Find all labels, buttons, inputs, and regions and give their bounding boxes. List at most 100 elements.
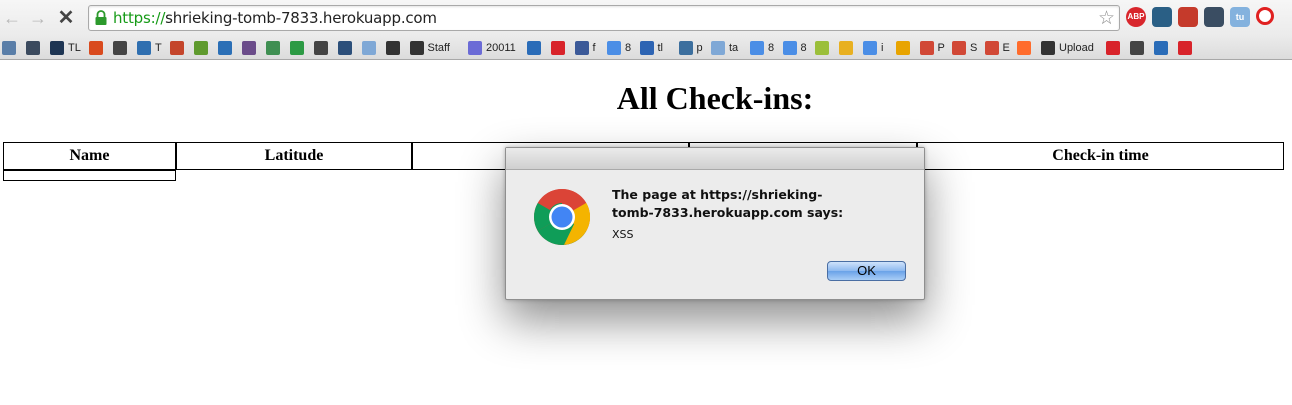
bookmark-icon <box>895 41 910 55</box>
bookmark-item[interactable] <box>113 40 131 56</box>
bookmark-item[interactable] <box>337 40 356 56</box>
extension-icon[interactable] <box>1152 7 1172 27</box>
bookmark-item[interactable]: T <box>137 40 162 56</box>
bookmark-label: P <box>937 42 945 54</box>
bookmark-icon <box>26 41 40 55</box>
bookmark-item[interactable] <box>1178 40 1196 56</box>
cpanel-icon <box>1017 41 1031 55</box>
bookmark-item[interactable] <box>2 40 20 56</box>
bookmark-label: i <box>881 42 884 54</box>
folder-icon <box>711 41 725 55</box>
bookmark-label: p <box>696 42 703 54</box>
bookmark-item[interactable]: Staff <box>409 40 450 56</box>
bookmark-item[interactable] <box>1017 40 1035 56</box>
extension-icons: ABP tu <box>1126 7 1274 29</box>
bookmark-item[interactable] <box>361 40 380 56</box>
bookmark-icon <box>217 41 232 55</box>
gmail-icon <box>919 41 934 55</box>
bookmark-item[interactable] <box>895 40 914 56</box>
adblock-plus-icon[interactable]: ABP <box>1126 7 1146 27</box>
extension-icon[interactable]: tu <box>1230 7 1250 27</box>
bookmark-icon <box>241 41 256 55</box>
bookmark-item[interactable]: 8 <box>750 40 774 56</box>
gmail-icon <box>984 41 999 55</box>
bookmark-item[interactable] <box>313 40 332 56</box>
bookmark-label: f <box>592 42 596 54</box>
bookmark-item[interactable] <box>1154 40 1172 56</box>
bookmark-item[interactable] <box>526 40 545 56</box>
stop-loading-icon[interactable]: ✕ <box>56 7 76 29</box>
back-arrow-icon[interactable]: ← <box>2 7 22 29</box>
bookmark-item[interactable] <box>385 40 404 56</box>
bookmark-label: 8 <box>800 42 807 54</box>
bookmark-label: Staff <box>427 42 450 54</box>
bookmark-item[interactable] <box>89 40 107 56</box>
bookmark-item[interactable] <box>241 40 260 56</box>
bookmarks-bar: TL T Staff 20011 f 8 tl p ta 8 8 i P S E Upload <box>0 36 1292 60</box>
dialog-message: XSS <box>612 228 634 241</box>
bookmark-label: 8 <box>625 42 632 54</box>
bookmark-item[interactable]: E <box>984 40 1010 56</box>
bookmark-item[interactable] <box>1130 40 1148 56</box>
extension-icon[interactable] <box>1178 7 1198 27</box>
bookmark-item[interactable] <box>169 40 188 56</box>
url-host: shrieking-tomb-7833.herokuapp.com <box>165 9 437 27</box>
bookmark-icon <box>639 41 654 55</box>
bookmark-icon <box>750 41 764 55</box>
bookmark-item[interactable] <box>1106 40 1124 56</box>
bookmark-item[interactable]: Upload <box>1041 40 1094 56</box>
bookmark-item[interactable] <box>265 40 284 56</box>
bookmark-item[interactable] <box>550 40 569 56</box>
bookmark-item[interactable]: P <box>919 40 945 56</box>
lock-icon <box>95 10 107 25</box>
bookmark-icon <box>815 41 829 55</box>
bookmark-label: T <box>155 42 162 54</box>
extension-icon[interactable] <box>1204 7 1224 27</box>
address-bar[interactable]: https://shrieking-tomb-7833.herokuapp.co… <box>88 5 1120 31</box>
bookmark-icon <box>1041 41 1055 55</box>
page-title: All Check-ins: <box>616 80 814 116</box>
bookmark-item[interactable] <box>289 40 308 56</box>
bookmark-icon <box>337 41 352 55</box>
bookmark-label: ta <box>729 42 739 54</box>
bookmark-item[interactable]: S <box>952 40 977 56</box>
bookmark-star-icon[interactable]: ☆ <box>1098 7 1115 30</box>
bookmark-item[interactable]: f <box>574 40 596 56</box>
url-scheme: https:// <box>113 9 166 27</box>
bookmark-item[interactable] <box>217 40 236 56</box>
bookmark-item[interactable]: tl <box>639 40 663 56</box>
dialog-heading: The page at https://shrieking-tomb-7833.… <box>612 187 844 220</box>
bookmark-icon <box>863 41 877 55</box>
bookmark-item[interactable] <box>815 40 833 56</box>
bookmark-item[interactable] <box>839 40 857 56</box>
bookmark-icon <box>50 41 64 55</box>
extension-icon[interactable] <box>1256 7 1274 25</box>
column-header-checkin-time: Check-in time <box>917 142 1284 170</box>
bookmark-item[interactable] <box>193 40 212 56</box>
column-header-name: Name <box>3 142 176 170</box>
bookmark-item[interactable]: ta <box>711 40 738 56</box>
bookmark-icon <box>782 41 797 55</box>
bookmark-item[interactable]: 8 <box>607 40 631 56</box>
bookmark-item[interactable]: 20011 <box>468 40 516 56</box>
bookmark-icon <box>678 41 693 55</box>
bookmark-icon <box>409 41 424 55</box>
bookmark-item[interactable]: i <box>863 40 883 56</box>
bookmark-item[interactable]: p <box>678 40 703 56</box>
alert-dialog: The page at https://shrieking-tomb-7833.… <box>505 147 925 300</box>
bookmark-icon <box>89 41 103 55</box>
bookmark-icon <box>289 41 304 55</box>
bookmark-item[interactable] <box>26 40 44 56</box>
chrome-logo-icon <box>533 189 591 246</box>
bookmark-label: TL <box>68 42 81 54</box>
bookmark-item[interactable]: TL <box>50 40 81 56</box>
bookmark-icon <box>1130 41 1144 55</box>
bookmark-label: S <box>970 42 978 54</box>
bookmark-icon <box>1178 41 1192 55</box>
bookmark-item[interactable]: 8 <box>782 40 807 56</box>
bookmark-icon <box>385 41 400 55</box>
forward-arrow-icon[interactable]: → <box>28 7 48 29</box>
folder-icon <box>361 41 376 55</box>
bookmark-icon <box>1154 41 1168 55</box>
ok-button[interactable]: OK <box>827 261 906 281</box>
